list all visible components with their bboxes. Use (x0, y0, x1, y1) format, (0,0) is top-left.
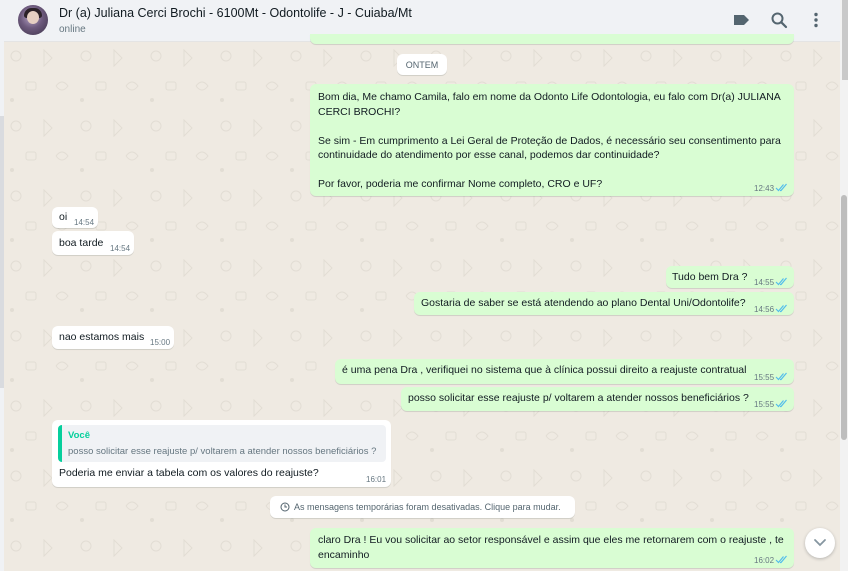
message-time: 14:56 (754, 305, 775, 314)
message-bubble[interactable]: posso solicitar esse reajuste p/ voltare… (401, 387, 794, 411)
message-line: Por favor, poderia me confirmar Nome com… (318, 178, 603, 190)
quoted-text: posso solicitar esse reajuste p/ voltare… (68, 446, 377, 457)
chevron-down-icon (814, 539, 826, 547)
read-ticks-icon (775, 399, 787, 408)
message-time: 15:00 (150, 338, 171, 347)
message-text: é uma pena Dra , verifiquei no sistema q… (342, 364, 747, 376)
contact-name[interactable]: Dr (a) Juliana Cerci Brochi - 6100Mt - O… (59, 6, 412, 20)
message-bubble[interactable]: é uma pena Dra , verifiquei no sistema q… (335, 359, 794, 384)
message-bubble[interactable]: oi 14:54 (52, 207, 98, 228)
contact-avatar[interactable] (18, 5, 48, 35)
contact-status: online (59, 24, 86, 35)
message-time: 16:01 (366, 475, 387, 484)
message-time: 14:55 (754, 278, 775, 287)
read-ticks-icon (775, 183, 787, 192)
menu-icon[interactable] (806, 10, 826, 30)
message-text: Poderia me enviar a tabela com os valore… (59, 467, 319, 479)
search-icon[interactable] (769, 10, 789, 30)
read-ticks-icon (775, 277, 787, 286)
message-bubble[interactable]: Gostaria de saber se está atendendo ao p… (414, 292, 794, 315)
message-bubble[interactable]: Você posso solicitar esse reajuste p/ vo… (52, 420, 391, 487)
timer-icon (280, 502, 290, 512)
message-time: 16:02 (754, 556, 775, 565)
scrollbar-header-segment (842, 0, 848, 80)
quoted-message[interactable]: Você posso solicitar esse reajuste p/ vo… (58, 425, 386, 462)
message-text: nao estamos mais (59, 331, 145, 343)
day-separator: ONTEM (397, 54, 447, 75)
message-line: encaminho (318, 548, 370, 561)
message-line: claro Dra ! Eu vou solicitar ao setor re… (318, 534, 784, 546)
message-bubble[interactable]: Tudo bem Dra ? 14:55 (666, 266, 794, 288)
message-line: Bom dia, Me chamo Camila, falo em nome d… (318, 91, 781, 103)
message-text: posso solicitar esse reajuste p/ voltare… (408, 392, 749, 404)
message-line: CERCI BROCHI? (318, 105, 401, 118)
message-bubble[interactable]: Bom dia, Me chamo Camila, falo em nome d… (310, 84, 794, 196)
message-bubble[interactable]: claro Dra ! Eu vou solicitar ao setor re… (310, 528, 794, 568)
message-text: Tudo bem Dra ? (672, 271, 748, 283)
message-time: 15:55 (754, 373, 775, 382)
message-text: boa tarde (59, 237, 104, 249)
previous-message-edge (310, 34, 794, 44)
scrollbar-thumb[interactable] (841, 195, 847, 440)
message-text: Gostaria de saber se está atendendo ao p… (421, 297, 746, 309)
message-time: 14:54 (74, 218, 95, 227)
message-time: 14:54 (110, 244, 131, 253)
quoted-author: Você (68, 430, 91, 441)
read-ticks-icon (775, 555, 787, 564)
message-bubble[interactable]: boa tarde 14:54 (52, 231, 134, 255)
message-text: oi (59, 211, 68, 223)
message-line: Se sim - Em cumprimento a Lei Geral de P… (318, 134, 781, 147)
message-bubble[interactable]: nao estamos mais 15:00 (52, 326, 174, 349)
read-ticks-icon (775, 304, 787, 313)
message-time: 12:43 (754, 184, 775, 193)
read-ticks-icon (775, 372, 787, 381)
message-time: 15:55 (754, 400, 775, 409)
system-notice-text: As mensagens temporárias foram desativad… (294, 502, 561, 512)
system-notice[interactable]: As mensagens temporárias foram desativad… (270, 496, 575, 518)
message-line: continuidade do atendimento por esse can… (318, 149, 660, 161)
label-icon[interactable] (731, 10, 751, 30)
avatar-face (27, 11, 39, 24)
scroll-to-bottom-button[interactable] (805, 528, 835, 558)
day-separator-label: ONTEM (405, 60, 439, 70)
